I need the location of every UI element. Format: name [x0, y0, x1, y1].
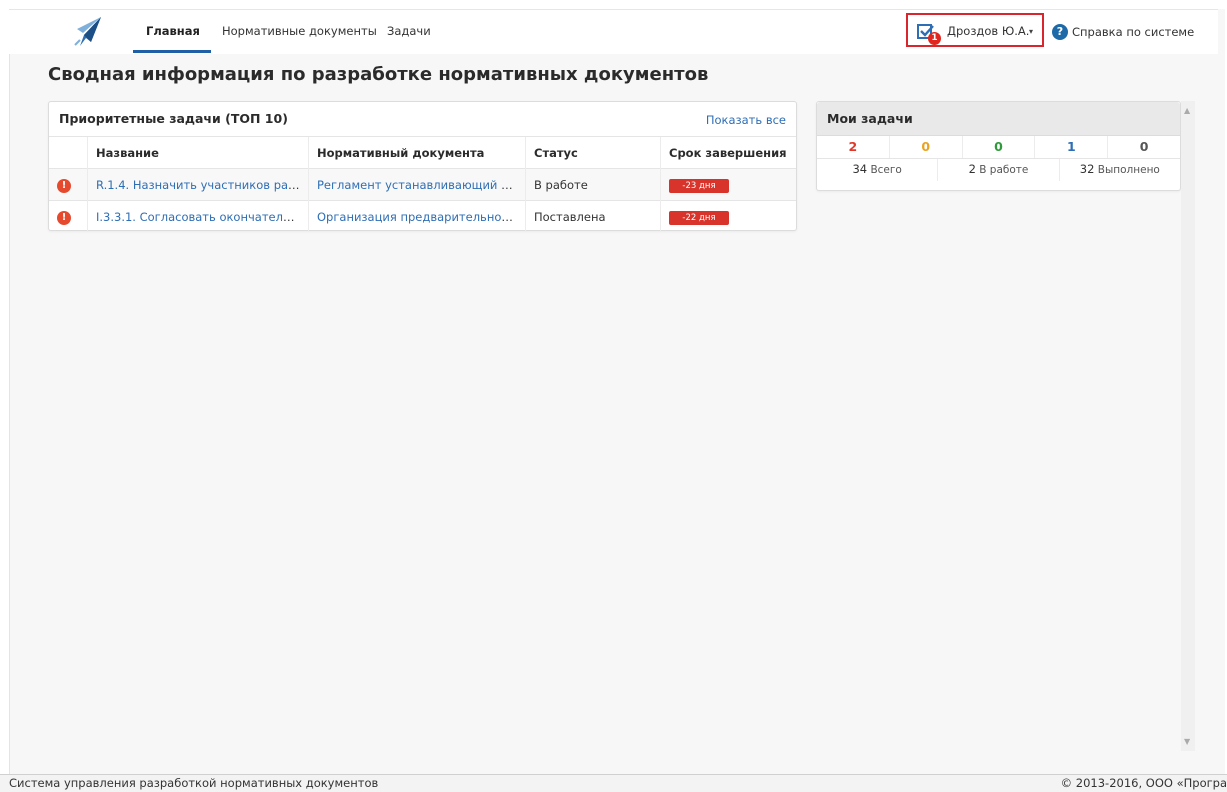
- user-name: Дроздов Ю.А.: [947, 24, 1030, 38]
- help-icon[interactable]: ?: [1052, 24, 1068, 40]
- task-name-link[interactable]: R.1.4. Назначить участников раз...: [87, 168, 309, 201]
- footer: Система управления разработкой нормативн…: [0, 774, 1227, 792]
- chevron-down-icon: ▾: [1029, 27, 1034, 36]
- notification-badge: 1: [928, 32, 941, 45]
- vertical-scrollbar[interactable]: ▲ ▼: [1181, 101, 1195, 751]
- table-row[interactable]: ! R.1.4. Назначить участников раз... Рег…: [49, 168, 796, 201]
- nav-home[interactable]: Главная: [146, 24, 200, 38]
- my-tasks-header: Мои задачи: [817, 102, 1180, 136]
- task-status: В работе: [525, 168, 661, 201]
- user-menu[interactable]: 1 Дроздов Ю.А. ▾: [906, 13, 1044, 47]
- due-badge: -22 дня: [669, 210, 729, 225]
- column-header-status[interactable]: Статус: [525, 136, 661, 169]
- scroll-down-icon[interactable]: ▼: [1184, 737, 1190, 746]
- nav-tasks[interactable]: Задачи: [387, 24, 431, 38]
- my-tasks-totals: 34 Всего 2 В работе 32 Выполнено: [817, 158, 1180, 181]
- active-tab-indicator: [133, 50, 211, 53]
- help-link[interactable]: Справка по системе: [1072, 25, 1194, 39]
- my-tasks-panel: Мои задачи 2 0 0 1 0 34 Всего 2 В работе…: [816, 101, 1181, 191]
- due-badge: -23 дня: [669, 178, 729, 193]
- top-navbar: Главная Нормативные документы Задачи 1 Д…: [9, 9, 1218, 54]
- count-ok[interactable]: 0: [961, 136, 1035, 158]
- count-warning[interactable]: 0: [888, 136, 962, 158]
- document-link[interactable]: Организация предварительной ...: [308, 200, 526, 232]
- total-all[interactable]: 34 Всего: [817, 159, 937, 181]
- column-header-document[interactable]: Нормативный документа: [308, 136, 526, 169]
- column-header-name[interactable]: Название: [87, 136, 309, 169]
- count-other[interactable]: 0: [1107, 136, 1180, 158]
- scroll-up-icon[interactable]: ▲: [1184, 106, 1190, 115]
- alert-icon: !: [57, 210, 71, 225]
- top-strip: [0, 0, 1227, 9]
- priority-tasks-table: Название Нормативный документа Статус Ср…: [49, 136, 796, 232]
- due-cell: -22 дня: [660, 200, 796, 232]
- column-header-due[interactable]: Срок завершения: [660, 136, 796, 169]
- column-header-icon: [49, 136, 88, 169]
- priority-tasks-title: Приоритетные задачи (ТОП 10): [59, 111, 288, 126]
- priority-tasks-panel: Приоритетные задачи (ТОП 10) Показать вс…: [48, 101, 797, 232]
- row-alert-cell: !: [49, 200, 88, 232]
- total-completed[interactable]: 32 Выполнено: [1058, 159, 1180, 181]
- show-all-link[interactable]: Показать все: [706, 113, 786, 127]
- row-alert-cell: !: [49, 168, 88, 201]
- my-tasks-title: Мои задачи: [827, 111, 913, 126]
- count-overdue[interactable]: 2: [817, 136, 889, 158]
- total-in-progress[interactable]: 2 В работе: [937, 159, 1058, 181]
- task-name-link[interactable]: I.3.3.1. Согласовать окончательн...: [87, 200, 309, 232]
- table-row[interactable]: ! I.3.3.1. Согласовать окончательн... Ор…: [49, 200, 796, 232]
- table-header-row: Название Нормативный документа Статус Ср…: [49, 136, 796, 169]
- my-tasks-counts: 2 0 0 1 0: [817, 136, 1180, 158]
- alert-icon: !: [57, 178, 71, 193]
- nav-normative-documents[interactable]: Нормативные документы: [222, 24, 377, 38]
- footer-system-name: Система управления разработкой нормативн…: [9, 776, 379, 790]
- count-info[interactable]: 1: [1034, 136, 1107, 158]
- rocket-logo-icon[interactable]: [71, 15, 105, 49]
- page-title: Сводная информация по разработке нормати…: [48, 64, 709, 85]
- task-status: Поставлена: [525, 200, 661, 232]
- due-cell: -23 дня: [660, 168, 796, 201]
- document-link[interactable]: Регламент устанавливающий пр...: [308, 168, 526, 201]
- footer-copyright: © 2013-2016, ООО «Програ: [1060, 776, 1227, 790]
